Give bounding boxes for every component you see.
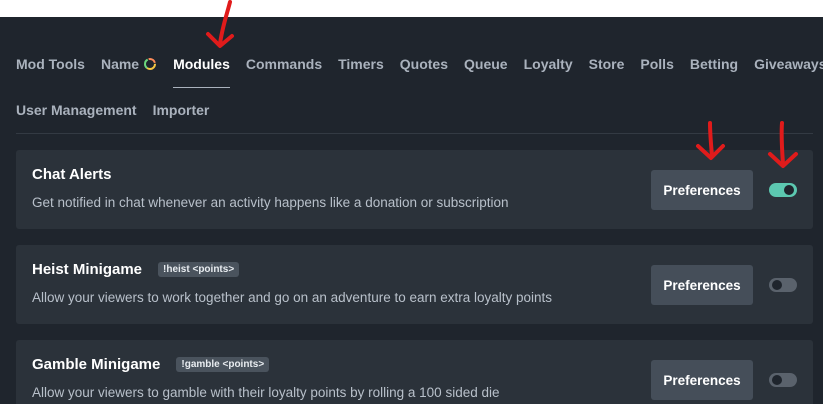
module-title: Gamble Minigame (32, 356, 161, 373)
preferences-button[interactable]: Preferences (651, 360, 753, 400)
module-title-row: Chat Alerts (32, 166, 111, 183)
tab-loyalty[interactable]: Loyalty (524, 56, 573, 72)
toggle-knob (784, 185, 794, 195)
module-description: Allow your viewers to work together and … (32, 290, 553, 305)
module-card-gamble: Gamble Minigame !gamble <points> Allow y… (16, 340, 813, 404)
tab-quotes[interactable]: Quotes (400, 56, 448, 72)
tab-user-management[interactable]: User Management (16, 102, 137, 118)
toggle-knob (772, 375, 782, 385)
tab-mod-tools[interactable]: Mod Tools (16, 56, 85, 72)
module-title-row: Gamble Minigame !gamble <points> (32, 356, 270, 373)
module-card-heist: Heist Minigame !heist <points> Allow you… (16, 245, 813, 324)
module-toggle[interactable] (769, 373, 797, 387)
tab-store[interactable]: Store (589, 56, 625, 72)
tab-betting[interactable]: Betting (690, 56, 738, 72)
panel: Mod Tools Name Modules Commands Timers Q… (0, 17, 823, 404)
red-arrow-icon (696, 121, 725, 160)
module-title: Heist Minigame (32, 261, 143, 278)
tab-queue[interactable]: Queue (464, 56, 508, 72)
tab-timers[interactable]: Timers (338, 56, 384, 72)
command-badge: !heist <points> (158, 262, 240, 277)
tab-modules[interactable]: Modules (173, 56, 230, 88)
tab-polls[interactable]: Polls (640, 56, 673, 72)
tab-giveaways[interactable]: Giveaways (754, 56, 823, 72)
nav-row-1: Mod Tools Name Modules Commands Timers Q… (16, 54, 823, 88)
preferences-button[interactable]: Preferences (651, 265, 753, 305)
toggle-knob (772, 280, 782, 290)
module-toggle[interactable] (769, 183, 797, 197)
preferences-button[interactable]: Preferences (651, 170, 753, 210)
tab-name-label: Name (100, 56, 140, 72)
tab-commands[interactable]: Commands (246, 56, 322, 72)
module-toggle[interactable] (769, 278, 797, 292)
red-arrow-icon (768, 121, 798, 168)
module-description: Get notified in chat whenever an activit… (32, 195, 509, 210)
tab-name[interactable]: Name (101, 56, 157, 72)
module-description: Allow your viewers to gamble with their … (32, 385, 500, 400)
ring-icon (144, 58, 157, 70)
module-title-row: Heist Minigame !heist <points> (32, 261, 240, 278)
nav-row-2: User Management Importer (16, 100, 225, 120)
module-title: Chat Alerts (32, 166, 112, 183)
red-arrow-icon (206, 0, 234, 48)
command-badge: !gamble <points> (176, 357, 270, 372)
tab-importer[interactable]: Importer (153, 102, 210, 118)
